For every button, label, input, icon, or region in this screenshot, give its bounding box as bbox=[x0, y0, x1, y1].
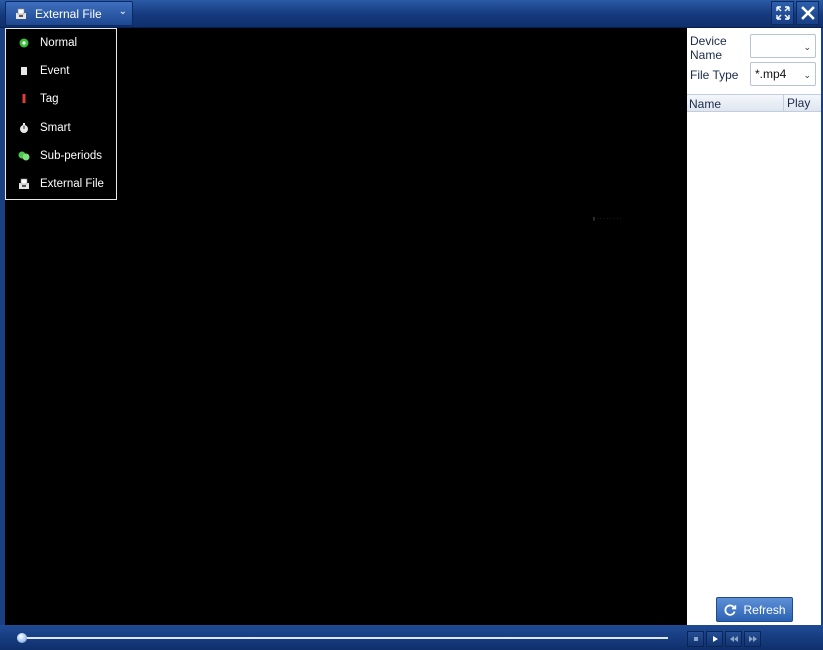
chevron-down-icon: ⌄ bbox=[803, 42, 811, 52]
refresh-button[interactable]: Refresh bbox=[716, 597, 793, 622]
chevron-down-icon: ⌄ bbox=[118, 6, 127, 17]
dropdown-item-event[interactable]: Event bbox=[6, 57, 116, 85]
file-type-value: *.mp4 bbox=[755, 67, 787, 81]
stop-icon bbox=[693, 637, 698, 641]
play-button[interactable] bbox=[706, 631, 723, 647]
dropdown-item-label: Event bbox=[40, 65, 70, 78]
close-button[interactable] bbox=[796, 1, 819, 25]
dropdown-item-tag[interactable]: Tag bbox=[6, 85, 116, 113]
close-icon bbox=[800, 6, 815, 20]
column-header-name[interactable]: Name bbox=[689, 97, 721, 111]
fast-forward-icon bbox=[748, 636, 757, 642]
smart-icon bbox=[17, 121, 31, 135]
tag-icon bbox=[17, 92, 31, 106]
rewind-button[interactable] bbox=[725, 631, 742, 647]
sub-periods-icon bbox=[17, 149, 31, 163]
refresh-icon bbox=[725, 604, 737, 616]
playback-bar bbox=[0, 625, 823, 650]
stop-button[interactable] bbox=[687, 631, 704, 647]
file-type-select[interactable]: *.mp4 ⌄ bbox=[750, 62, 816, 86]
playback-mode-dropdown: Normal Event Tag Smart Sub-periods Exter… bbox=[5, 28, 117, 200]
refresh-label: Refresh bbox=[743, 602, 786, 617]
column-header-play[interactable]: Play bbox=[783, 95, 810, 111]
file-side-panel: Device Name ⌄ File Type *.mp4 ⌄ Name Pla… bbox=[687, 28, 821, 625]
progress-track[interactable] bbox=[18, 637, 668, 639]
dropdown-item-label: External File bbox=[40, 178, 104, 191]
playback-mode-select[interactable]: External File ⌄ bbox=[5, 1, 133, 26]
device-name-label: Device Name bbox=[690, 34, 727, 62]
fullscreen-button[interactable] bbox=[771, 1, 794, 25]
file-table-header: Name Play bbox=[687, 94, 821, 112]
chevron-down-icon: ⌄ bbox=[803, 70, 811, 80]
progress-handle[interactable] bbox=[17, 633, 27, 643]
dropdown-item-label: Normal bbox=[40, 37, 78, 50]
video-noise: ˡˡ ˑ ˑ ˑ ˑ ˑ ˑ ˑ ˑ bbox=[593, 218, 622, 224]
dropdown-item-label: Smart bbox=[40, 121, 71, 134]
external-file-icon bbox=[14, 7, 28, 21]
dropdown-item-sub-periods[interactable]: Sub-periods bbox=[6, 142, 116, 170]
device-name-select[interactable]: ⌄ bbox=[750, 34, 816, 58]
normal-icon bbox=[17, 36, 31, 50]
dropdown-item-label: Tag bbox=[40, 93, 59, 106]
dropdown-item-smart[interactable]: Smart bbox=[6, 114, 116, 142]
dropdown-item-external-file[interactable]: External File bbox=[6, 170, 116, 198]
play-icon bbox=[712, 636, 718, 642]
event-icon bbox=[17, 64, 31, 78]
rewind-icon bbox=[729, 636, 738, 642]
playback-mode-label: External File bbox=[35, 6, 102, 21]
fast-forward-button[interactable] bbox=[744, 631, 761, 647]
fullscreen-icon bbox=[775, 6, 790, 20]
dropdown-item-label: Sub-periods bbox=[40, 149, 103, 162]
title-bar: External File ⌄ bbox=[0, 0, 823, 28]
external-file-icon bbox=[17, 177, 31, 191]
dropdown-item-normal[interactable]: Normal bbox=[6, 29, 116, 57]
file-type-label: File Type bbox=[690, 68, 739, 82]
